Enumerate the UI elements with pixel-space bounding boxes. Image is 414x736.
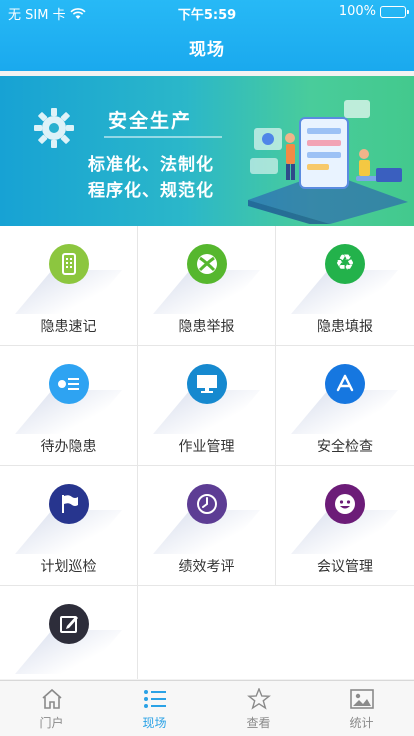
recycle-icon: ♻: [325, 244, 365, 284]
grid-item-hazard-fill[interactable]: ♻ 隐患填报: [276, 226, 414, 346]
smiley-icon: [325, 484, 365, 524]
function-grid: 隐患速记 隐患举报 ♻ 隐患填报 待办隐患 作业管理 安全检查 计划巡检 绩效考…: [0, 226, 414, 679]
banner[interactable]: 安全生产 标准化、法制化 程序化、规范化: [0, 76, 414, 226]
gear-graphic: [34, 108, 74, 148]
grid-item-pending-hazards[interactable]: 待办隐患: [0, 346, 138, 466]
banner-illustration: [248, 100, 408, 224]
clock-icon: [187, 484, 227, 524]
grid-item-label: 会议管理: [317, 559, 373, 575]
banner-line-1: 标准化、法制化: [88, 155, 214, 175]
grid-item-hazard-quick-note[interactable]: 隐患速记: [0, 226, 138, 346]
star-icon: [247, 688, 271, 710]
grid-item-label: 隐患速记: [40, 319, 97, 335]
tab-label: 门户: [39, 716, 64, 730]
monitor-icon: [187, 364, 227, 404]
battery-percent: 100%: [338, 4, 376, 19]
grid-item-meeting-management[interactable]: 会议管理: [276, 466, 414, 586]
grid-item-label: 待办隐患: [40, 439, 97, 455]
edit-icon: [49, 604, 89, 644]
list-icon: [49, 364, 89, 404]
grid-item-edit[interactable]: [0, 586, 138, 679]
battery-icon: [380, 5, 409, 18]
grid-item-label: 安全检查: [317, 439, 373, 455]
grid-item-label: 隐患举报: [178, 319, 235, 335]
tab-portal[interactable]: 门户: [0, 681, 103, 736]
grid-item-performance-review[interactable]: 绩效考评: [138, 466, 276, 586]
image-icon: [350, 689, 374, 709]
grid-item-label: 绩效考评: [178, 559, 235, 575]
flag-icon: [49, 484, 89, 524]
tab-label: 查看: [246, 716, 271, 730]
status-bar: 无 SIM 卡 下午5:59 100%: [0, 0, 414, 24]
grid-item-label: 隐患填报: [317, 319, 373, 335]
grid-item-label: 作业管理: [178, 439, 235, 455]
list-icon: [144, 690, 166, 708]
grid-item-hazard-report[interactable]: 隐患举报: [138, 226, 276, 346]
banner-title: 安全生产: [108, 110, 193, 132]
page-title: 现场: [189, 40, 225, 60]
grid-item-work-management[interactable]: 作业管理: [138, 346, 276, 466]
tab-bar: 门户 现场 查看 统计: [0, 680, 414, 736]
tab-statistics[interactable]: 统计: [310, 681, 413, 736]
tab-label: 统计: [349, 716, 374, 730]
banner-line-2: 程序化、规范化: [88, 181, 214, 201]
header: 无 SIM 卡 下午5:59 100% 现场: [0, 0, 414, 71]
grid-item-label: 计划巡检: [40, 559, 97, 575]
tab-view[interactable]: 查看: [207, 681, 310, 736]
phone-icon: [49, 244, 89, 284]
banner-divider: [104, 136, 222, 138]
grid-item-planned-inspection[interactable]: 计划巡检: [0, 466, 138, 586]
grid-item-safety-check[interactable]: 安全检查: [276, 346, 414, 466]
home-icon: [42, 688, 62, 709]
tab-site[interactable]: 现场: [103, 681, 206, 736]
app-store-icon: [325, 364, 365, 404]
xbox-icon: [187, 244, 227, 284]
gear-icon: [30, 182, 74, 226]
tab-label: 现场: [142, 716, 167, 730]
